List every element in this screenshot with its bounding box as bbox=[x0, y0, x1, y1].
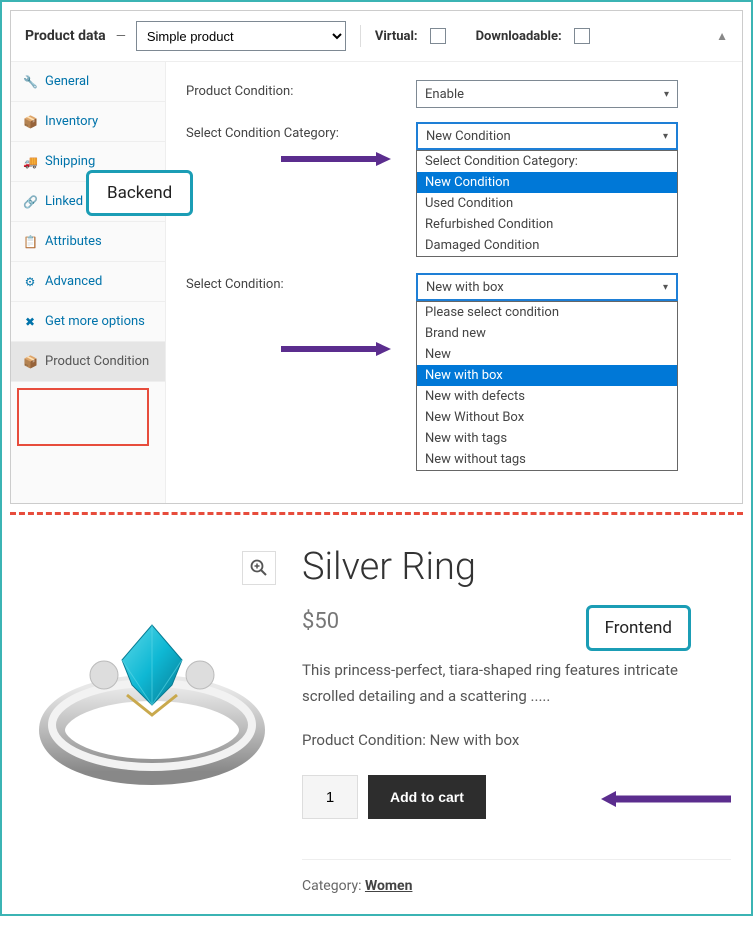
sidebar-item-general[interactable]: 🔧 General bbox=[11, 62, 165, 102]
category-link[interactable]: Women bbox=[365, 878, 412, 894]
dropdown-option[interactable]: Select Condition Category: bbox=[417, 151, 677, 172]
dropdown-option[interactable]: New Without Box bbox=[417, 407, 677, 428]
wrench-icon: 🔧 bbox=[23, 75, 37, 89]
product-condition: Product Condition: New with box bbox=[302, 731, 731, 749]
zoom-icon bbox=[250, 559, 268, 577]
link-icon: 🔗 bbox=[23, 195, 37, 209]
sidebar-item-advanced[interactable]: ⚙ Advanced bbox=[11, 262, 165, 302]
product-description: This princess-perfect, tiara-shaped ring… bbox=[302, 658, 731, 709]
frontend-section: Silver Ring $50 This princess-perfect, t… bbox=[2, 515, 751, 914]
dropdown-option[interactable]: Damaged Condition bbox=[417, 235, 677, 256]
product-condition-label: Product Condition: bbox=[186, 80, 416, 99]
chevron-down-icon: ▾ bbox=[664, 89, 669, 100]
dropdown-option[interactable]: New Condition bbox=[417, 172, 677, 193]
add-to-cart-button[interactable]: Add to cart bbox=[368, 775, 486, 819]
select-value: New Condition bbox=[426, 129, 511, 144]
sidebar-item-label: Attributes bbox=[45, 234, 102, 249]
sidebar-item-label: Inventory bbox=[45, 114, 98, 129]
quantity-input[interactable] bbox=[302, 775, 358, 819]
virtual-label: Virtual: bbox=[375, 29, 418, 44]
sidebar-item-getmore[interactable]: ✖ Get more options bbox=[11, 302, 165, 342]
sidebar-item-label: Get more options bbox=[45, 314, 145, 329]
frontend-callout: Frontend bbox=[586, 605, 691, 651]
product-condition-select[interactable]: Enable ▾ bbox=[416, 80, 678, 108]
product-condition-label: Product Condition: bbox=[302, 731, 426, 749]
category-label: Category: bbox=[302, 878, 361, 894]
collapse-icon[interactable]: ▲ bbox=[716, 29, 728, 43]
condition-category-select[interactable]: New Condition ▾ bbox=[416, 122, 678, 150]
list-icon: 📋 bbox=[23, 235, 37, 249]
panel-title: Product data bbox=[25, 28, 106, 44]
sidebar-item-label: Advanced bbox=[45, 274, 102, 289]
dropdown-option[interactable]: Used Condition bbox=[417, 193, 677, 214]
select-condition-dropdown: Please select condition Brand new New Ne… bbox=[416, 301, 678, 471]
condition-category-dropdown: Select Condition Category: New Condition… bbox=[416, 150, 678, 257]
product-type-select[interactable]: Simple product bbox=[136, 21, 346, 51]
dropdown-option[interactable]: Brand new bbox=[417, 323, 677, 344]
sidebar: 🔧General 📦Inventory 🚚Shipping 🔗Linked Pr… bbox=[11, 62, 166, 503]
virtual-checkbox[interactable] bbox=[430, 28, 446, 44]
product-image-wrap bbox=[22, 545, 282, 894]
sidebar-item-label: Product Condition bbox=[45, 354, 149, 369]
select-condition-label: Select Condition: bbox=[186, 273, 416, 292]
select-condition-select[interactable]: New with box ▾ bbox=[416, 273, 678, 301]
downloadable-checkbox[interactable] bbox=[574, 28, 590, 44]
product-title: Silver Ring bbox=[302, 545, 731, 589]
category-row: Category: Women bbox=[302, 859, 731, 894]
product-data-panel: Product data — Simple product Virtual: D… bbox=[10, 10, 743, 504]
panel-body: 🔧General 📦Inventory 🚚Shipping 🔗Linked Pr… bbox=[11, 62, 742, 503]
sidebar-item-inventory[interactable]: 📦 Inventory bbox=[11, 102, 165, 142]
dropdown-option[interactable]: Please select condition bbox=[417, 302, 677, 323]
divider bbox=[360, 25, 361, 47]
sidebar-item-product-condition[interactable]: 📦 Product Condition bbox=[11, 342, 165, 382]
gear-icon: ⚙ bbox=[23, 275, 37, 289]
sidebar-item-label: General bbox=[45, 74, 89, 89]
form-area: Product Condition: Enable ▾ Select Condi… bbox=[166, 62, 742, 503]
dropdown-option[interactable]: New without tags bbox=[417, 449, 677, 470]
cube-icon: 📦 bbox=[23, 355, 37, 369]
arrow-icon bbox=[281, 152, 391, 166]
backend-callout: Backend bbox=[86, 170, 193, 216]
chevron-down-icon: ▾ bbox=[663, 131, 668, 142]
product-condition-value: New with box bbox=[430, 731, 520, 749]
sidebar-item-attributes[interactable]: 📋 Attributes bbox=[11, 222, 165, 262]
box-icon: 📦 bbox=[23, 115, 37, 129]
downloadable-label: Downloadable: bbox=[476, 29, 562, 44]
select-value: Enable bbox=[425, 87, 464, 102]
dropdown-option[interactable]: New with box bbox=[417, 365, 677, 386]
arrow-icon bbox=[281, 342, 391, 356]
dropdown-option[interactable]: New with tags bbox=[417, 428, 677, 449]
select-value: New with box bbox=[426, 280, 504, 295]
condition-category-label: Select Condition Category: bbox=[186, 122, 416, 141]
product-info: Silver Ring $50 This princess-perfect, t… bbox=[302, 545, 731, 894]
dash: — bbox=[116, 29, 126, 44]
dropdown-option[interactable]: New bbox=[417, 344, 677, 365]
arrow-icon bbox=[601, 791, 731, 807]
dropdown-option[interactable]: New with defects bbox=[417, 386, 677, 407]
dropdown-option[interactable]: Refurbished Condition bbox=[417, 214, 677, 235]
sidebar-item-label: Shipping bbox=[45, 154, 95, 169]
truck-icon: 🚚 bbox=[23, 155, 37, 169]
options-icon: ✖ bbox=[23, 315, 37, 329]
chevron-down-icon: ▾ bbox=[663, 282, 668, 293]
panel-header: Product data — Simple product Virtual: D… bbox=[11, 11, 742, 62]
zoom-button[interactable] bbox=[242, 551, 276, 585]
